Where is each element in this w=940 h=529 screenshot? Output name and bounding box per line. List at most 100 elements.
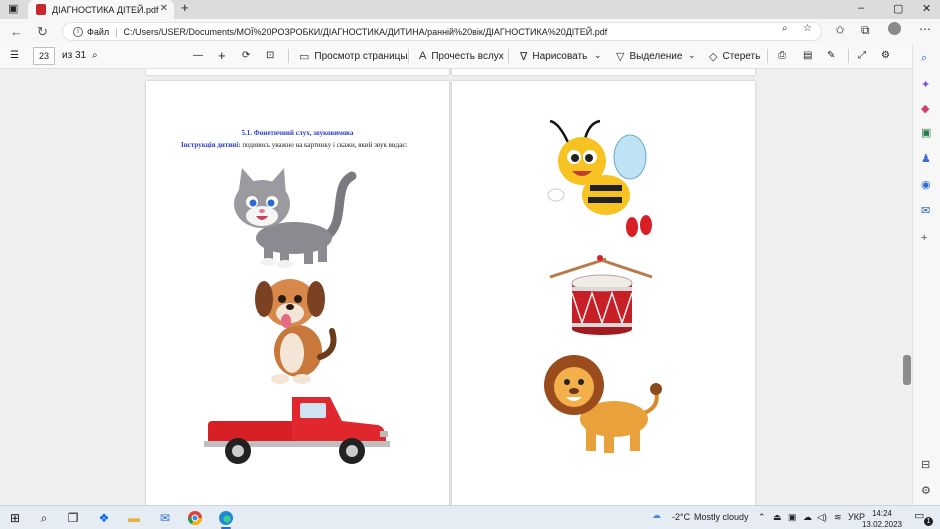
search-sidebar-icon[interactable]: ⌕	[921, 52, 927, 65]
games-icon[interactable]: ♟	[921, 152, 931, 165]
fit-page-icon[interactable]: ⊡	[266, 50, 274, 61]
taskbar-search-icon[interactable]: ⌕	[35, 510, 53, 526]
cloud-icon[interactable]: ☁	[803, 512, 812, 523]
draw-button[interactable]: ∇ Нарисовать	[520, 50, 587, 63]
zoom-in-button[interactable]: +	[218, 48, 226, 63]
file-explorer-icon[interactable]: ▬	[125, 510, 143, 526]
dropbox-icon[interactable]: ❖	[95, 510, 113, 526]
sidebar-settings-gear-icon[interactable]: ⚙	[921, 484, 931, 497]
bee-image	[547, 119, 652, 237]
draw-icon: ∇	[520, 51, 528, 63]
back-arrow-icon[interactable]: ←	[10, 24, 23, 39]
maximize-button[interactable]: ▢	[893, 2, 903, 15]
dog-image	[255, 279, 337, 384]
weather-temp[interactable]: -2°C	[672, 512, 690, 522]
pdf-page-right	[452, 81, 755, 505]
draw-dropdown-chevron-icon[interactable]: ⌄	[594, 50, 602, 61]
tab-actions-icon[interactable]: ▣	[8, 2, 18, 15]
instruction-text: Інструкція дитині: подивись уважно на ка…	[181, 139, 414, 152]
tools-icon[interactable]: ▣	[921, 126, 931, 139]
page-total: из 31	[62, 50, 87, 61]
new-tab-button[interactable]: +	[181, 0, 189, 15]
address-prefix: Файл	[87, 26, 110, 37]
weather-desc[interactable]: Mostly cloudy	[694, 512, 749, 522]
clock-time: 14:24	[871, 509, 892, 518]
show-hidden-icons-chevron-icon[interactable]: ⌃	[758, 512, 766, 523]
display-icon[interactable]: ▣	[788, 512, 797, 523]
address-input[interactable]: i Файл | C:/Users/USER/Documents/МОЇ%20Р…	[62, 22, 822, 41]
usb-icon[interactable]: ⏏	[773, 512, 782, 523]
toolbar-divider	[508, 49, 509, 63]
tab-strip: ▣ ДІАГНОСТИКА ДІТЕЙ.pdf ✕ + – ▢ ✕	[0, 0, 940, 19]
zoom-icon[interactable]: ⌕	[782, 23, 788, 34]
sidebar-toggle-icon[interactable]: ⊟	[921, 458, 930, 471]
favorite-add-icon[interactable]: ☆	[803, 23, 812, 34]
drum-image	[549, 255, 653, 335]
save-as-icon[interactable]: ✎	[827, 50, 835, 61]
toolbar-divider	[288, 49, 289, 63]
read-aloud-button[interactable]: A Прочесть вслух	[419, 50, 504, 62]
refresh-icon[interactable]: ↻	[37, 24, 48, 40]
office-icon[interactable]: ◉	[921, 178, 931, 191]
wifi-icon[interactable]: ≋	[834, 512, 842, 523]
search-icon[interactable]: ⌕	[92, 50, 98, 61]
collections-icon[interactable]: ⧉	[861, 23, 870, 38]
read-aloud-icon: A	[419, 50, 427, 62]
address-bar-row: ← ↻ i Файл | C:/Users/USER/Documents/МОЇ…	[0, 19, 940, 44]
draw-label: Нарисовать	[532, 51, 588, 62]
fullscreen-icon[interactable]: ⤢	[858, 50, 866, 61]
page-number-input[interactable]: 23	[33, 47, 55, 65]
settings-gear-icon[interactable]: ⚙	[881, 50, 890, 61]
weather-icon[interactable]: ☁	[652, 510, 661, 521]
highlight-label: Выделение	[629, 51, 683, 62]
print-icon[interactable]: ⎙	[778, 50, 786, 61]
favorites-icon[interactable]: ✩	[835, 23, 845, 37]
clock-date: 13.02.2023	[861, 520, 902, 529]
pdf-icon	[36, 4, 46, 15]
pdf-page-left: 5.1. Фонетичний слух, звуковимова Інстру…	[146, 81, 449, 505]
notifications-icon[interactable]: ▭	[914, 509, 924, 522]
minimize-button[interactable]: –	[858, 2, 864, 14]
close-tab-icon[interactable]: ✕	[160, 3, 168, 14]
windows-start-icon[interactable]: ⊞	[6, 510, 24, 526]
cat-image	[234, 168, 357, 268]
erase-label: Стереть	[722, 51, 761, 62]
more-menu-icon[interactable]: ⋯	[919, 22, 931, 36]
scrollbar-thumb[interactable]	[903, 355, 911, 385]
highlight-dropdown-chevron-icon[interactable]: ⌄	[688, 50, 696, 61]
pdf-viewer[interactable]: 5.1. Фонетичний слух, звуковимова Інстру…	[0, 69, 912, 505]
previous-page-left	[146, 69, 449, 75]
highlight-button[interactable]: ▽ Выделение	[616, 50, 682, 63]
page-view-button[interactable]: ▭ Просмотр страницы	[299, 50, 408, 63]
save-icon[interactable]: ▤	[803, 50, 812, 61]
previous-page-right	[452, 69, 755, 75]
copilot-icon[interactable]: ✦	[921, 78, 930, 91]
contents-icon[interactable]: ☰	[10, 50, 19, 61]
toolbar-divider	[767, 49, 768, 63]
tab-title: ДІАГНОСТИКА ДІТЕЙ.pdf	[52, 4, 159, 15]
rotate-icon[interactable]: ⟳	[242, 50, 250, 61]
task-view-icon[interactable]: ❐	[64, 510, 82, 526]
shopping-icon[interactable]: ◆	[921, 102, 929, 115]
mail-icon[interactable]: ✉	[156, 510, 174, 526]
highlight-icon: ▽	[616, 51, 625, 63]
edge-sidebar: ⌕ ✦ ◆ ▣ ♟ ◉ ✉ + ⊟ ⚙	[912, 44, 940, 505]
erase-button[interactable]: ◇ Стереть	[709, 50, 760, 63]
tab-pdf[interactable]: ДІАГНОСТИКА ДІТЕЙ.pdf ✕	[28, 0, 174, 19]
volume-icon[interactable]: ◁)	[817, 512, 827, 523]
edge-icon[interactable]	[217, 510, 235, 526]
read-aloud-label: Прочесть вслух	[431, 50, 504, 62]
pdf-toolbar: ☰ 23 из 31 ⌕ — + ⟳ ⊡ ▭ Просмотр страницы …	[0, 44, 940, 69]
chrome-icon[interactable]	[186, 510, 204, 526]
add-sidebar-app-icon[interactable]: +	[921, 232, 927, 244]
info-icon[interactable]: i	[73, 26, 83, 37]
toolbar-divider	[408, 49, 409, 63]
clock[interactable]: 14:24 13.02.2023	[862, 508, 902, 529]
close-window-button[interactable]: ✕	[922, 2, 931, 15]
outlook-icon[interactable]: ✉	[921, 204, 930, 217]
lion-image	[544, 355, 662, 453]
eraser-icon: ◇	[709, 51, 718, 63]
zoom-out-button[interactable]: —	[193, 50, 203, 61]
windows-taskbar: ⊞ ⌕ ❐ ❖ ▬ ✉ ☁ -2°C Mostly cloudy ⌃ ⏏ ▣ ☁…	[0, 505, 940, 529]
profile-avatar[interactable]	[888, 22, 901, 35]
